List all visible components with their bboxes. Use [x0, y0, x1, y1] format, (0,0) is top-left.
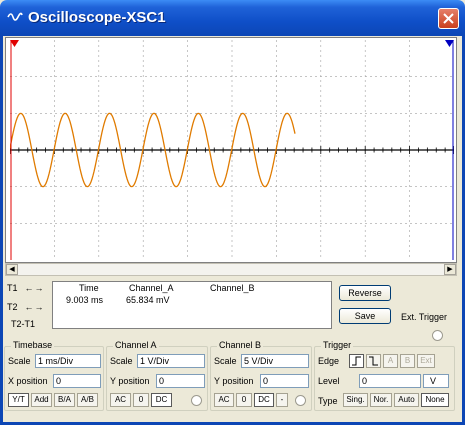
horizontal-scrollbar[interactable]: ◀ ▶	[5, 263, 457, 276]
cursor-controls: T1 ←→ T2 ←→ T2-T1	[5, 280, 45, 334]
type-auto-button[interactable]: Auto	[394, 393, 419, 407]
mode-ab-button[interactable]: A/B	[77, 393, 98, 407]
type-none-button[interactable]: None	[421, 393, 449, 407]
channel-a-ac-button[interactable]: AC	[110, 393, 131, 407]
channel-a-ypos-label: Y position	[110, 376, 150, 386]
level-label: Level	[318, 376, 340, 386]
channel-a-zero-button[interactable]: 0	[133, 393, 149, 407]
close-icon	[443, 13, 454, 24]
timebase-scale-label: Scale	[8, 356, 31, 366]
scope-graticule	[10, 40, 454, 260]
trigger-group: Trigger Edge A B Ext Level 0 V Type Sing…	[314, 340, 455, 411]
channel-b-ypos-label: Y position	[214, 376, 254, 386]
channel-b-scale-label: Scale	[214, 356, 237, 366]
falling-edge-icon[interactable]	[366, 354, 381, 368]
channel-b-title: Channel B	[217, 340, 264, 350]
measurement-readout: Time Channel_A Channel_B 9.003 ms 65.834…	[52, 281, 332, 329]
timebase-group: Timebase Scale 1 ms/Div X position 0 Y/T…	[4, 340, 104, 411]
t2-t1-label: T2-T1	[11, 319, 36, 329]
save-button[interactable]: Save	[339, 308, 391, 324]
trigger-source-a-button[interactable]: A	[383, 354, 398, 368]
t2-label: T2	[7, 302, 18, 312]
close-button[interactable]	[438, 8, 459, 29]
scroll-left-button[interactable]: ◀	[6, 264, 18, 275]
mode-ba-button[interactable]: B/A	[54, 393, 75, 407]
trigger-source-b-button[interactable]: B	[400, 354, 415, 368]
title-bar[interactable]: Oscilloscope-XSC1	[0, 0, 465, 36]
channel-b-minus-button[interactable]: -	[276, 393, 288, 407]
channel-a-terminal[interactable]	[191, 395, 202, 406]
oscilloscope-app-icon	[7, 12, 23, 21]
channel-a-dc-button[interactable]: DC	[151, 393, 172, 407]
rising-edge-icon[interactable]	[349, 354, 364, 368]
ext-trigger-label: Ext. Trigger	[401, 312, 448, 322]
t2-left-arrow-icon[interactable]: ←	[24, 303, 34, 313]
rising-edge-glyph	[352, 356, 361, 366]
t1-left-arrow-icon[interactable]: ←	[24, 284, 34, 294]
channel-b-terminal[interactable]	[295, 395, 306, 406]
window-title: Oscilloscope-XSC1	[28, 9, 166, 26]
type-label: Type	[318, 396, 338, 406]
scroll-right-button[interactable]: ▶	[444, 264, 456, 275]
x-position-label: X position	[8, 376, 48, 386]
channel-b-dc-button[interactable]: DC	[254, 393, 274, 407]
channel-a-value: 65.834 mV	[126, 295, 170, 305]
falling-edge-glyph	[369, 356, 378, 366]
channel-a-title: Channel A	[113, 340, 159, 350]
channel-a-header: Channel_A	[129, 283, 174, 293]
type-single-button[interactable]: Sing.	[343, 393, 368, 407]
reverse-button[interactable]: Reverse	[339, 285, 391, 301]
trigger-title: Trigger	[321, 340, 354, 350]
channel-a-scale-label: Scale	[110, 356, 133, 366]
channel-b-ypos-field[interactable]: 0	[260, 374, 309, 388]
channel-b-zero-button[interactable]: 0	[236, 393, 252, 407]
edge-label: Edge	[318, 356, 340, 366]
channel-a-ypos-field[interactable]: 0	[156, 374, 205, 388]
channel-b-group: Channel B Scale 5 V/Div Y position 0 AC …	[210, 340, 312, 411]
channel-a-scale-field[interactable]: 1 V/Div	[137, 354, 205, 368]
time-value: 9.003 ms	[66, 295, 104, 305]
mode-yt-button[interactable]: Y/T	[8, 393, 29, 407]
scope-display	[5, 37, 457, 263]
trigger-level-unit[interactable]: V	[423, 374, 449, 388]
mode-add-button[interactable]: Add	[31, 393, 52, 407]
t2-right-arrow-icon[interactable]: →	[34, 303, 44, 313]
time-header: Time	[79, 283, 99, 293]
x-position-field[interactable]: 0	[53, 374, 101, 388]
t1-right-arrow-icon[interactable]: →	[34, 284, 44, 294]
channel-b-scale-field[interactable]: 5 V/Div	[241, 354, 309, 368]
channel-b-ac-button[interactable]: AC	[214, 393, 234, 407]
channel-b-header: Channel_B	[210, 283, 255, 293]
t1-label: T1	[7, 283, 18, 293]
timebase-title: Timebase	[11, 340, 55, 350]
ext-trigger-terminal[interactable]	[432, 330, 443, 341]
timebase-scale-field[interactable]: 1 ms/Div	[35, 354, 101, 368]
type-normal-button[interactable]: Nor.	[370, 393, 392, 407]
trigger-source-ext-button[interactable]: Ext	[417, 354, 435, 368]
trigger-level-field[interactable]: 0	[359, 374, 421, 388]
channel-a-group: Channel A Scale 1 V/Div Y position 0 AC …	[106, 340, 208, 411]
